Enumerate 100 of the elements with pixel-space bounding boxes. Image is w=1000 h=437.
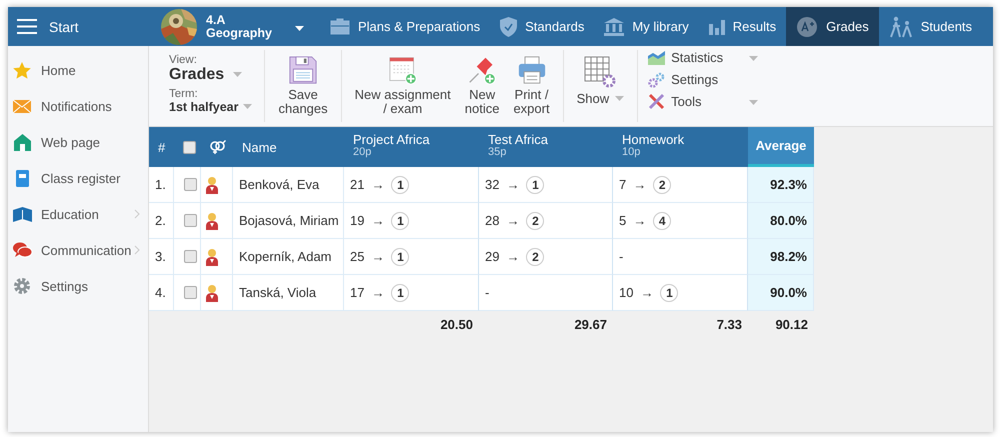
grade-badge[interactable]: 4 bbox=[653, 212, 672, 230]
menu-item[interactable]: Settings bbox=[648, 70, 758, 89]
toolbar-button[interactable]: Show bbox=[570, 56, 632, 116]
column-total: 20.50 bbox=[440, 317, 473, 332]
nav-tab[interactable]: Plans & Preparations bbox=[320, 7, 490, 46]
toolbar-button[interactable]: Print / export bbox=[506, 56, 557, 116]
toolbar-button[interactable]: Save changes bbox=[271, 56, 335, 116]
arrow-sign: → bbox=[371, 249, 384, 264]
score-points: 21 bbox=[350, 177, 364, 192]
view-label: View: bbox=[169, 54, 198, 66]
grade-badge[interactable]: 1 bbox=[391, 284, 410, 302]
sidebar-item[interactable]: Settings bbox=[8, 268, 140, 304]
sidebar-item[interactable]: Communication bbox=[8, 232, 140, 268]
menu-icon[interactable] bbox=[17, 19, 37, 34]
score-points: 29 bbox=[485, 249, 500, 264]
checkbox[interactable] bbox=[184, 250, 197, 263]
menu-item[interactable]: Tools bbox=[648, 92, 758, 111]
column-total: 7.33 bbox=[716, 317, 742, 332]
arrow-sign: → bbox=[371, 285, 384, 300]
view-dropdown[interactable]: Grades bbox=[169, 66, 252, 84]
sidebar-item[interactable]: Notifications bbox=[8, 88, 140, 124]
envelope-icon bbox=[13, 100, 31, 112]
nav-tab[interactable]: Grades bbox=[786, 7, 879, 46]
checkbox[interactable] bbox=[184, 178, 197, 191]
walking-figures-icon bbox=[888, 16, 913, 38]
arrow-sign: → bbox=[506, 249, 520, 264]
term-dropdown[interactable]: 1st halfyear bbox=[169, 100, 252, 114]
tools-icon bbox=[648, 93, 666, 110]
score-points: 25 bbox=[350, 249, 364, 264]
row-number: 1. bbox=[149, 167, 174, 203]
row-number: 3. bbox=[149, 239, 174, 275]
empty-score: - bbox=[485, 285, 490, 300]
assignment-points: 10p bbox=[622, 146, 640, 159]
score-points: 17 bbox=[350, 285, 364, 300]
nav-tab[interactable]: Results bbox=[698, 7, 786, 46]
grade-badge[interactable]: 2 bbox=[653, 176, 672, 194]
assignment-title[interactable]: Project Africa bbox=[353, 133, 430, 146]
sidebar-item[interactable]: Education bbox=[8, 196, 140, 232]
nav-tab[interactable]: Students bbox=[878, 7, 982, 46]
sidebar-item[interactable]: Class register bbox=[8, 160, 140, 196]
score-points: 28 bbox=[485, 213, 500, 228]
checkbox[interactable] bbox=[183, 140, 196, 154]
shield-icon bbox=[500, 16, 518, 36]
menu-label[interactable]: Start bbox=[49, 18, 79, 34]
book-icon bbox=[12, 206, 32, 222]
score-points: 19 bbox=[350, 213, 364, 228]
student-name: Tanská, Viola bbox=[233, 275, 344, 311]
sidebar-item[interactable]: Web page bbox=[8, 124, 140, 160]
score-points: 7 bbox=[619, 177, 626, 192]
caret-icon bbox=[243, 104, 252, 110]
score-points: 10 bbox=[619, 285, 634, 300]
assignment-title[interactable]: Test Africa bbox=[488, 133, 548, 146]
notebook-icon bbox=[16, 170, 28, 186]
area-chart-icon bbox=[648, 50, 666, 64]
person-icon bbox=[205, 284, 219, 302]
column-header: # bbox=[149, 127, 174, 167]
subject-name: Geography bbox=[206, 26, 272, 40]
nav-tab[interactable]: Standards bbox=[490, 7, 594, 46]
empty-score: - bbox=[619, 249, 624, 264]
grade-badge[interactable]: 1 bbox=[391, 212, 410, 230]
sidebar-item[interactable]: Home bbox=[8, 52, 140, 88]
arrow-sign: → bbox=[640, 285, 654, 300]
assignment-points: 20p bbox=[353, 146, 372, 159]
speech-bubbles-icon bbox=[12, 242, 32, 258]
star-icon bbox=[13, 62, 31, 78]
bank-icon bbox=[604, 18, 624, 36]
average-value: 80.0% bbox=[748, 203, 814, 239]
person-icon bbox=[205, 176, 219, 194]
checkbox[interactable] bbox=[184, 214, 197, 227]
grade-badge[interactable]: 1 bbox=[526, 176, 544, 194]
grade-badge[interactable]: 1 bbox=[391, 248, 410, 266]
gears-icon bbox=[648, 72, 666, 88]
checkbox[interactable] bbox=[184, 286, 197, 299]
calendar-add-icon bbox=[386, 56, 419, 84]
caret-icon bbox=[295, 26, 304, 32]
column-total: 29.67 bbox=[574, 317, 607, 332]
score-points: 5 bbox=[619, 213, 626, 228]
briefcase-icon bbox=[330, 18, 350, 35]
assignment-title[interactable]: Homework bbox=[622, 133, 684, 146]
grade-badge[interactable]: 1 bbox=[660, 284, 678, 302]
class-name: 4.A bbox=[206, 14, 226, 26]
arrow-sign: → bbox=[506, 177, 520, 192]
nav-tab[interactable]: My library bbox=[594, 7, 699, 46]
student-name: Bojasová, Miriam bbox=[233, 203, 344, 239]
arrow-sign: → bbox=[633, 177, 646, 192]
caret-icon bbox=[233, 72, 242, 78]
student-name: Benková, Eva bbox=[233, 167, 344, 203]
term-label: Term: bbox=[169, 88, 199, 100]
grade-badge[interactable]: 2 bbox=[526, 212, 544, 230]
toolbar-button[interactable]: New notice bbox=[458, 56, 506, 116]
menu-item[interactable]: Statistics bbox=[648, 48, 758, 67]
arrow-sign: → bbox=[506, 213, 520, 228]
grade-badge[interactable]: 1 bbox=[391, 176, 410, 194]
row-number: 4. bbox=[149, 275, 174, 311]
grade-badge[interactable]: 2 bbox=[526, 248, 544, 266]
bar-chart-icon bbox=[708, 18, 725, 34]
score-points: 32 bbox=[485, 177, 500, 192]
grid-gear-icon bbox=[584, 56, 616, 88]
arrow-sign: → bbox=[371, 177, 384, 192]
toolbar-button[interactable]: New assignment / exam bbox=[348, 56, 458, 116]
